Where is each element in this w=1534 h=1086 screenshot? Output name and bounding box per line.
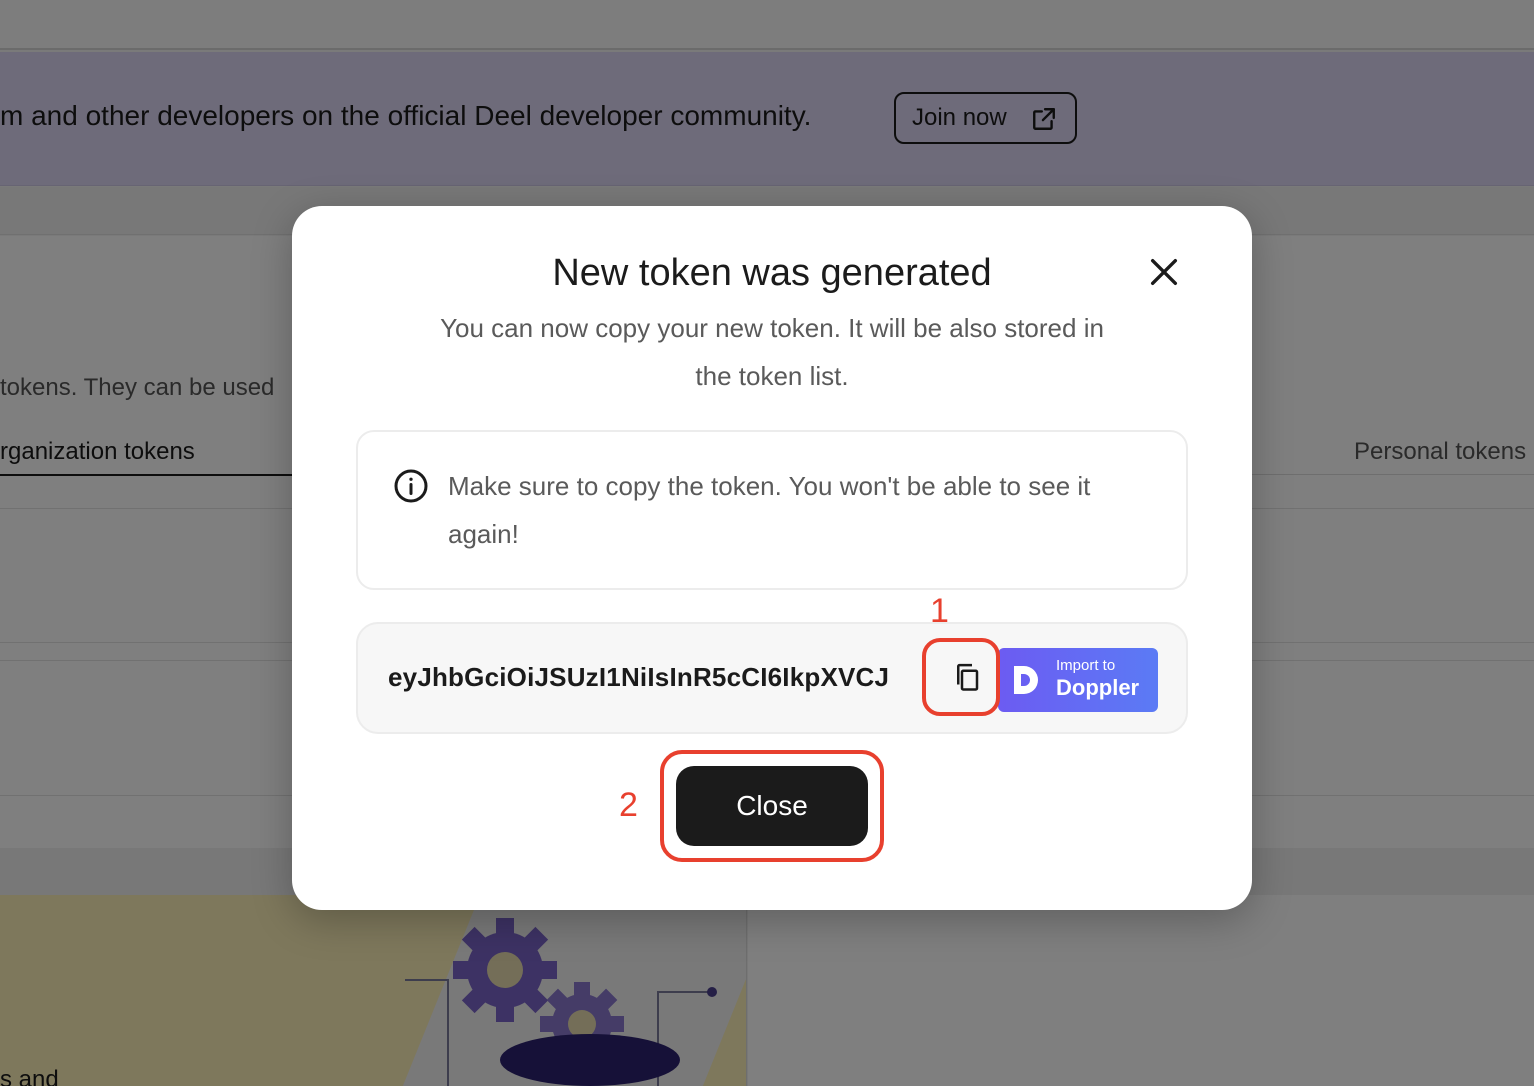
annotation-number-2: 2 — [619, 786, 638, 824]
doppler-logo-icon — [1008, 664, 1042, 701]
token-field: eyJhbGciOiJSUzI1NiIsInR5cCI6IkpXVCJ Impo… — [356, 622, 1188, 734]
annotation-box-copy — [922, 638, 1000, 716]
annotation-box-close — [660, 750, 884, 862]
import-to-doppler-button[interactable]: Import to Doppler — [998, 648, 1158, 712]
doppler-brand-label: Doppler — [1056, 675, 1140, 700]
annotation-number-1: 1 — [930, 592, 949, 630]
info-icon — [393, 468, 429, 509]
doppler-small-label: Import to — [1056, 657, 1116, 674]
dialog-subtitle: You can now copy your new token. It will… — [440, 313, 1104, 391]
notice-text: Make sure to copy the token. You won't b… — [448, 471, 1091, 549]
close-icon[interactable] — [1144, 252, 1184, 292]
dialog-title: New token was generated — [552, 252, 992, 294]
token-value[interactable]: eyJhbGciOiJSUzI1NiIsInR5cCI6IkpXVCJ — [388, 662, 889, 693]
warning-notice: Make sure to copy the token. You won't b… — [356, 430, 1188, 590]
